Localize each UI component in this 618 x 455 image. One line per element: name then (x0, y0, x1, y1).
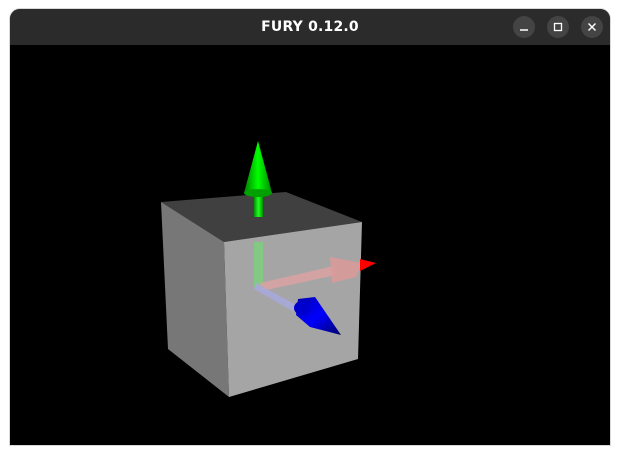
scene-canvas[interactable] (10, 45, 610, 445)
y-axis-shaft (254, 195, 263, 217)
app-window: FURY 0.12.0 (10, 9, 610, 445)
x-axis-cone-tip (360, 259, 376, 271)
render-viewport[interactable] (10, 45, 610, 445)
title-bar[interactable]: FURY 0.12.0 (10, 9, 610, 45)
cube-mesh (161, 192, 362, 397)
maximize-icon (553, 22, 563, 32)
maximize-button[interactable] (547, 16, 569, 38)
close-button[interactable] (581, 16, 603, 38)
y-axis-shaft-inner (254, 242, 263, 287)
close-icon (588, 23, 596, 31)
minimize-icon (520, 29, 528, 31)
minimize-button[interactable] (513, 16, 535, 38)
